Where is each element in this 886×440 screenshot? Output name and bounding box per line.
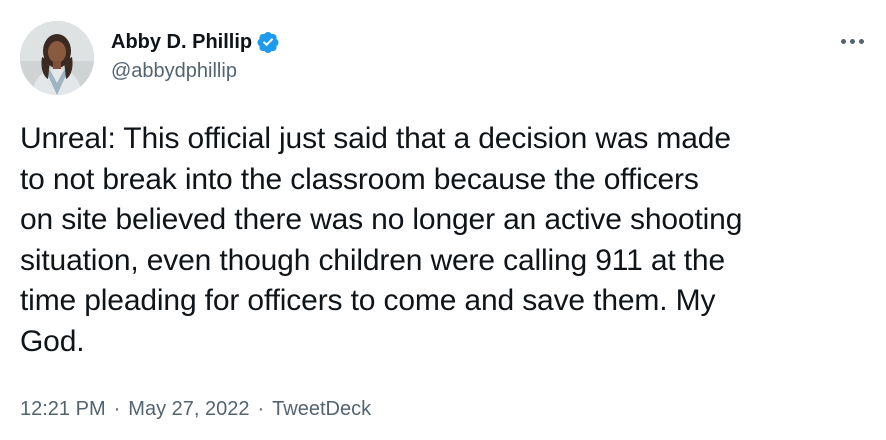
tweet-meta: 12:21 PM · May 27, 2022 · TweetDeck bbox=[20, 396, 371, 422]
avatar[interactable] bbox=[20, 21, 94, 95]
verified-badge-icon bbox=[256, 30, 280, 54]
author-handle[interactable]: @abbydphillip bbox=[111, 58, 237, 84]
author-name-row: Abby D. Phillip bbox=[111, 29, 280, 55]
more-horizontal-icon bbox=[839, 38, 866, 44]
more-options-button[interactable] bbox=[832, 26, 872, 56]
tweet-source[interactable]: TweetDeck bbox=[272, 396, 371, 422]
meta-separator: · bbox=[257, 398, 265, 420]
avatar-image bbox=[20, 21, 94, 95]
meta-separator: · bbox=[113, 398, 121, 420]
tweet-text: Unreal: This official just said that a d… bbox=[20, 122, 743, 358]
tweet-date[interactable]: May 27, 2022 bbox=[128, 396, 249, 422]
tweet-card: Abby D. Phillip @abbydphillip Unreal: Th… bbox=[0, 0, 886, 440]
tweet-time[interactable]: 12:21 PM bbox=[20, 396, 106, 422]
author-display-name[interactable]: Abby D. Phillip bbox=[111, 29, 252, 55]
